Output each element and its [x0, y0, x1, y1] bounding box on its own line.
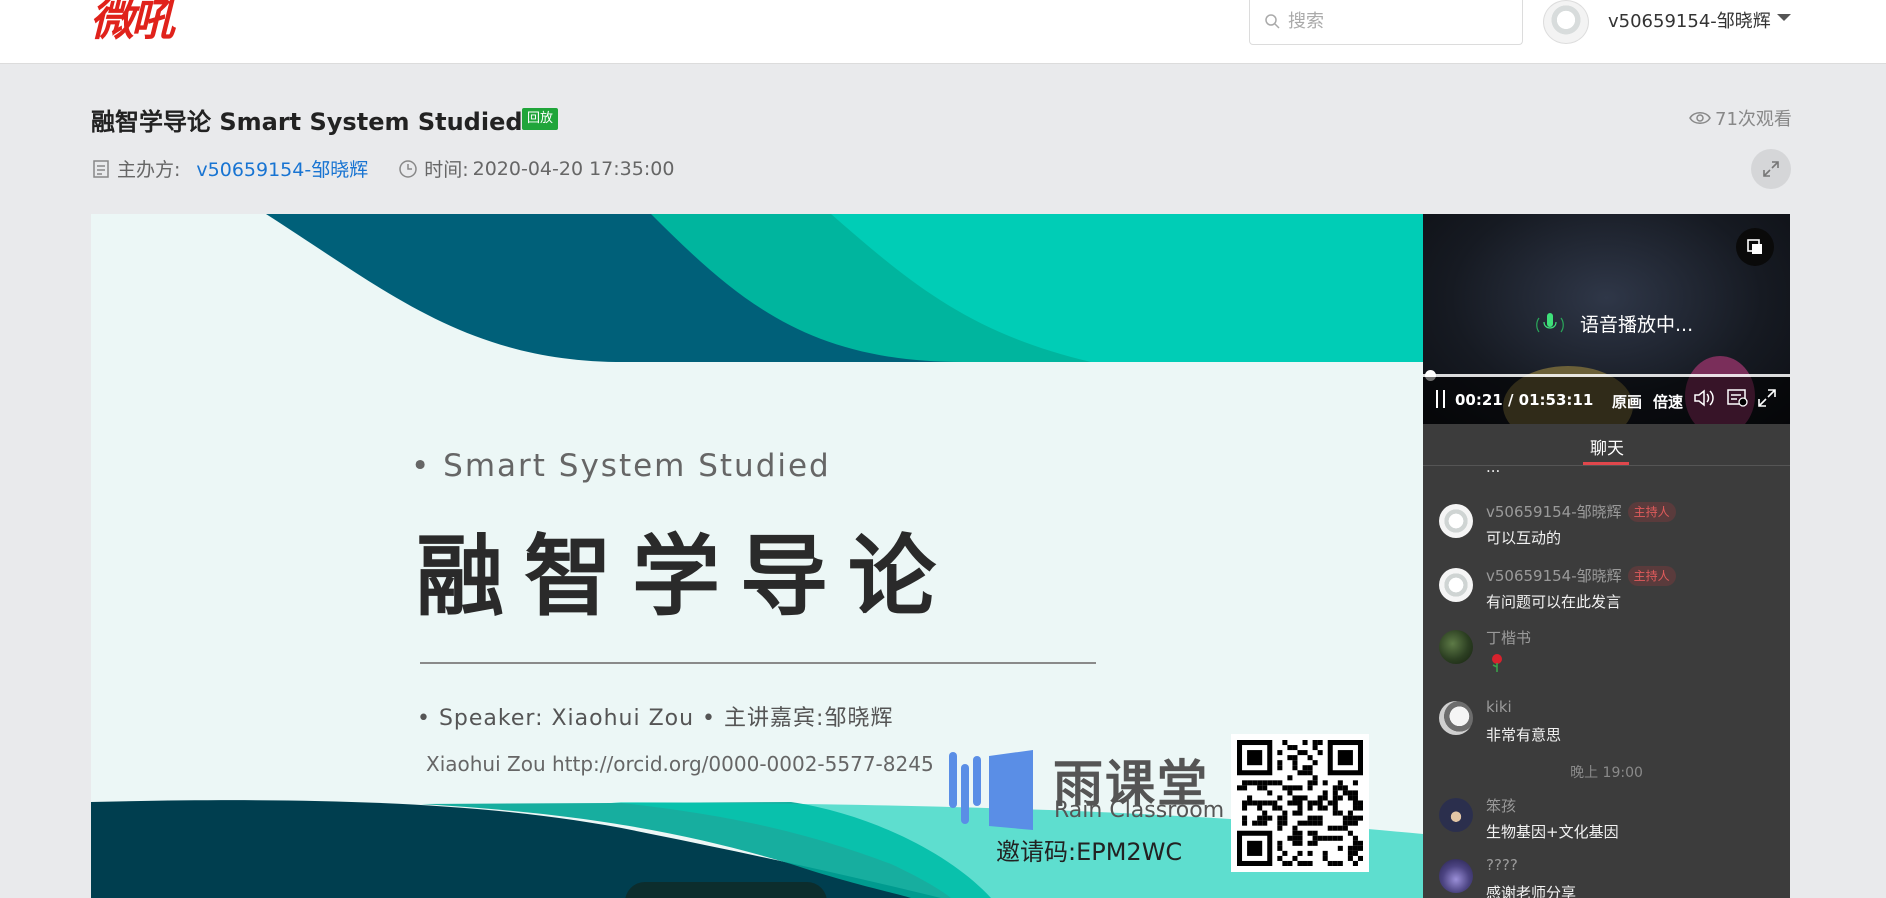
speed-button[interactable]: 倍速: [1653, 391, 1683, 412]
top-bar: 微吼 v50659154-邹晓辉: [0, 0, 1886, 64]
volume-icon[interactable]: [1693, 388, 1715, 408]
chat-list[interactable]: ... v50659154-邹晓辉 主持人 可以互动的 v50659154-邹晓辉…: [1423, 467, 1790, 898]
eye-icon: [1689, 112, 1711, 124]
time-label: 时间:: [424, 159, 469, 181]
page-title: 融智学导论 Smart System Studied: [91, 108, 523, 136]
time-value: 2020-04-20 17:35:00: [472, 157, 675, 180]
slide-button-shape: [625, 882, 827, 898]
avatar: [1439, 504, 1473, 538]
presentation-slide: • Smart System Studied 融智学导论 • Speaker: …: [91, 214, 1423, 898]
view-count-text: 71次观看: [1715, 109, 1792, 130]
slide-divider: [420, 662, 1096, 664]
chat-sender-name: v50659154-邹晓辉: [1486, 567, 1622, 585]
chat-text: 有问题可以在此发言: [1486, 593, 1622, 611]
fullscreen-button[interactable]: [1751, 149, 1791, 189]
host-label: 主办方:: [117, 159, 181, 181]
qr-code-graphic: [1237, 740, 1363, 866]
rain-classroom-logo-icon: [949, 750, 1033, 830]
user-avatar[interactable]: [1543, 0, 1589, 44]
chat-text: 感谢老师分享: [1486, 884, 1577, 898]
avatar: [1439, 798, 1473, 832]
expand-icon: [1763, 161, 1779, 177]
rose-emoji-icon: [1492, 654, 1502, 672]
avatar: [1439, 568, 1473, 602]
quality-button[interactable]: 原画: [1612, 391, 1642, 412]
danmaku-toggle-icon[interactable]: [1727, 388, 1749, 408]
site-logo[interactable]: 微吼: [90, 0, 175, 44]
chat-time-separator: 晚上 19:00: [1570, 765, 1643, 781]
chat-sender-name: 笨孩: [1486, 797, 1517, 815]
side-panel: 语音播放中... 00:21 / 01:53:11 原画 倍速 聊天 ... v…: [1423, 214, 1790, 898]
tab-chat-indicator: [1583, 462, 1629, 465]
fullscreen-icon[interactable]: [1757, 388, 1777, 408]
search-input[interactable]: [1288, 7, 1508, 35]
tab-chat[interactable]: 聊天: [1590, 434, 1624, 459]
picture-in-picture-button[interactable]: [1736, 228, 1774, 266]
rain-classroom-en: Rain Classroom: [1054, 798, 1225, 823]
chat-text: 可以互动的: [1486, 529, 1562, 547]
avatar: [1439, 701, 1473, 735]
host-link[interactable]: v50659154-邹晓辉: [196, 155, 368, 182]
chat-text: 非常有意思: [1486, 726, 1562, 744]
avatar: [1439, 859, 1473, 893]
chat-sender-name: ????: [1486, 856, 1518, 874]
voice-playing-status: 语音播放中...: [1580, 314, 1694, 336]
qr-code: [1231, 734, 1369, 872]
slide-orcid: Xiaohui Zou http://orcid.org/0000-0002-5…: [426, 752, 934, 776]
chevron-down-icon[interactable]: [1777, 14, 1791, 21]
search-box[interactable]: [1249, 0, 1523, 45]
clock-icon: [399, 159, 417, 178]
slide-subtitle: • Smart System Studied: [411, 448, 831, 484]
player-controls: 00:21 / 01:53:11 原画 倍速: [1423, 377, 1790, 424]
view-count: 71次观看: [1689, 105, 1792, 131]
search-icon: [1265, 14, 1280, 29]
document-icon: [93, 159, 109, 178]
chat-sender-name: kiki: [1486, 698, 1512, 716]
chat-sender: v50659154-邹晓辉 主持人: [1486, 565, 1676, 586]
pause-icon[interactable]: [1435, 390, 1447, 408]
pip-icon: [1747, 239, 1762, 254]
chat-header: 聊天: [1423, 424, 1790, 466]
user-name[interactable]: v50659154-邹晓辉: [1608, 7, 1771, 33]
host-role-badge: 主持人: [1627, 566, 1676, 586]
chat-cut-message: ...: [1486, 467, 1501, 476]
slide-speaker: • Speaker: Xiaohui Zou • 主讲嘉宾:邹晓辉: [417, 706, 894, 731]
host-role-badge: 主持人: [1627, 502, 1676, 522]
playback-time: 00:21 / 01:53:11: [1455, 391, 1594, 409]
invite-code: 邀请码:EPM2WC: [996, 838, 1183, 866]
event-meta: 主办方: v50659154-邹晓辉 时间: 2020-04-20 17:35:…: [91, 155, 674, 182]
chat-sender-name: 丁楷书: [1486, 629, 1532, 647]
audio-player[interactable]: 语音播放中... 00:21 / 01:53:11 原画 倍速: [1423, 214, 1790, 424]
slide-title: 融智学导论: [416, 524, 957, 628]
replay-badge: 回放: [522, 108, 559, 130]
chat-text: 生物基因+文化基因: [1486, 823, 1619, 841]
chat-sender-name: v50659154-邹晓辉: [1486, 503, 1622, 521]
chat-sender: v50659154-邹晓辉 主持人: [1486, 501, 1676, 522]
microphone-icon: [1536, 313, 1564, 333]
avatar: [1439, 630, 1473, 664]
